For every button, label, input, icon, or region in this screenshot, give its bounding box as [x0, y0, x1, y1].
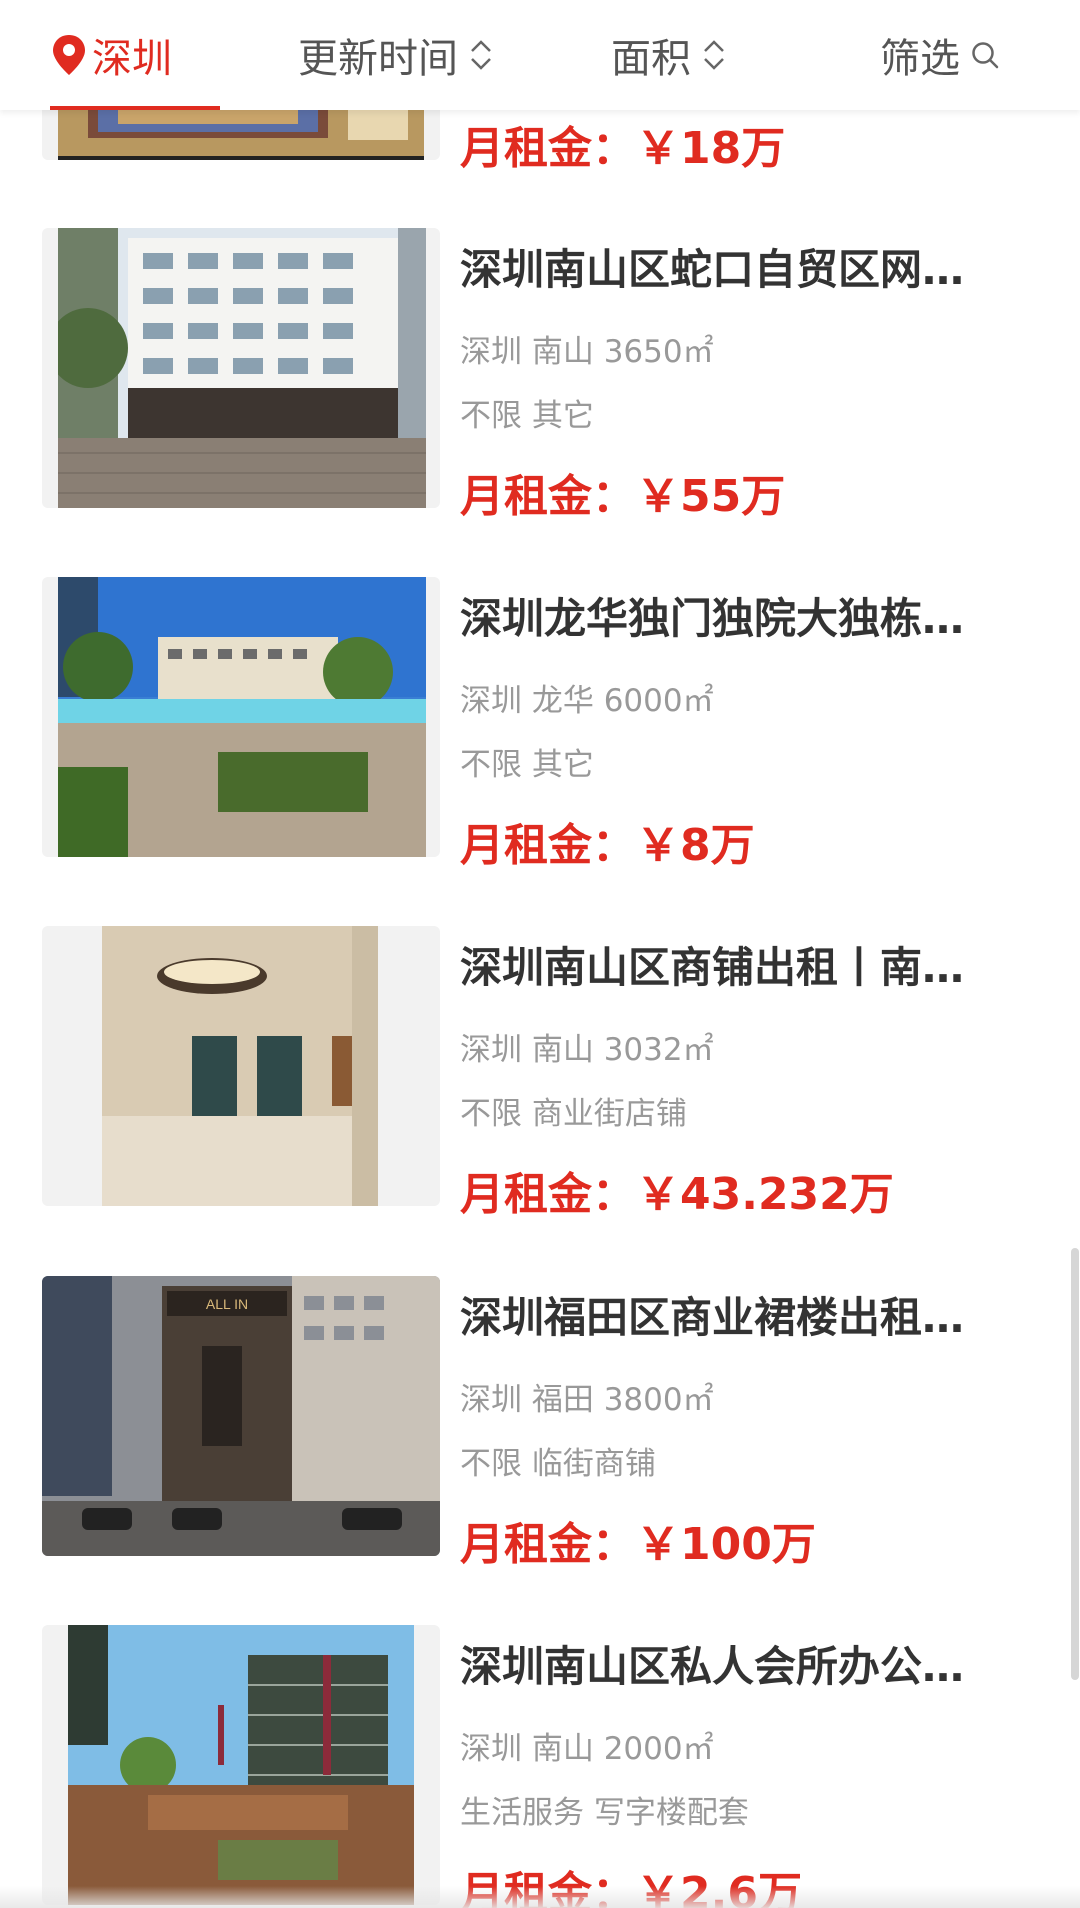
active-tab-underline: [50, 106, 220, 110]
listing-price: 月租金：￥43.232万: [460, 1169, 894, 1220]
city-selector[interactable]: 深圳: [50, 0, 220, 110]
listing-card[interactable]: ALL IN 深圳福田区商业裙楼出租整层 深圳 福田 3800㎡ 不限 临街商铺…: [0, 1276, 1080, 1576]
listing-title: 深圳福田区商业裙楼出租整层: [460, 1293, 1005, 1342]
listing-photo: [42, 1625, 440, 1905]
listing-category: 不限 其它: [460, 747, 594, 783]
listing-category: 生活服务 写字楼配套: [460, 1795, 749, 1831]
listing-location: 深圳 南山 2000㎡: [460, 1731, 714, 1767]
listing-location: 深圳 南山 3650㎡: [460, 334, 714, 370]
listing-photo: [42, 577, 440, 857]
city-label: 深圳: [92, 36, 172, 82]
listing-price: 月租金：￥8万: [460, 820, 755, 871]
listing-category: 不限 其它: [460, 398, 594, 434]
bottom-edge-shadow: [0, 1886, 1080, 1908]
listing-price: 月租金：￥18万: [460, 123, 786, 174]
sort-by-update-time[interactable]: 更新时间: [298, 0, 494, 110]
listing-location: 深圳 南山 3032㎡: [460, 1032, 714, 1068]
listing-photo: ALL IN: [42, 1276, 440, 1556]
sort-arrows-icon: [471, 40, 491, 70]
listing-title: 深圳龙华独门独院大独栋出租: [460, 594, 1005, 643]
lobby-interior-photo: [102, 926, 378, 1206]
filter-bar: 深圳 更新时间 面积 筛选: [0, 0, 1080, 110]
listing-price: 月租金：￥100万: [460, 1519, 816, 1570]
listing-category: 不限 商业街店铺: [460, 1096, 687, 1132]
filter-label: 筛选: [880, 36, 960, 82]
sort-update-label: 更新时间: [298, 36, 458, 82]
sort-area-label: 面积: [611, 36, 691, 82]
listing-title: 深圳南山区蛇口自贸区网红楼出租: [460, 245, 1005, 294]
courtyard-pool-photo: [58, 577, 426, 857]
sort-by-area[interactable]: 面积: [611, 0, 727, 110]
listing-card[interactable]: 深圳龙华独门独院大独栋出租 深圳 龙华 6000㎡ 不限 其它 月租金：￥8万: [0, 577, 1080, 877]
listing-card[interactable]: 深圳南山区蛇口自贸区网红楼出租 深圳 南山 3650㎡ 不限 其它 月租金：￥5…: [0, 228, 1080, 528]
listing-page: 深圳 更新时间 面积 筛选 月租金：￥18万 深圳南山区蛇口自贸区网红楼 深圳 …: [0, 0, 1080, 1908]
listing-card[interactable]: 深圳南山区私人会所办公楼出租 深圳 南山 2000㎡ 生活服务 写字楼配套 月租…: [0, 1625, 1080, 1908]
listing-photo: [42, 926, 440, 1206]
scrollbar[interactable]: [1071, 1248, 1079, 1680]
listing-category: 不限 临街商铺: [460, 1446, 656, 1482]
location-pin-icon: [53, 35, 85, 75]
listing-price: 月租金：￥55万: [460, 471, 786, 522]
office-building-photo: [58, 228, 426, 508]
rooftop-terrace-photo: [68, 1625, 414, 1905]
listing-card[interactable]: 深圳南山区商铺出租丨南山中心区 深圳 南山 3032㎡ 不限 商业街店铺 月租金…: [0, 926, 1080, 1226]
listing-location: 深圳 福田 3800㎡: [460, 1382, 714, 1418]
commercial-tower-photo: ALL IN: [42, 1276, 440, 1556]
search-icon: [972, 42, 999, 69]
listing-photo: [42, 228, 440, 508]
listing-location: 深圳 龙华 6000㎡: [460, 683, 714, 719]
listing-title: 深圳南山区商铺出租丨南山中心区: [460, 943, 1005, 992]
listing-title: 深圳南山区私人会所办公楼出租: [460, 1642, 1005, 1691]
hotel-sign-text: ALL IN: [206, 1296, 248, 1312]
filter-button[interactable]: 筛选: [880, 0, 1000, 110]
sort-arrows-icon: [704, 40, 724, 70]
